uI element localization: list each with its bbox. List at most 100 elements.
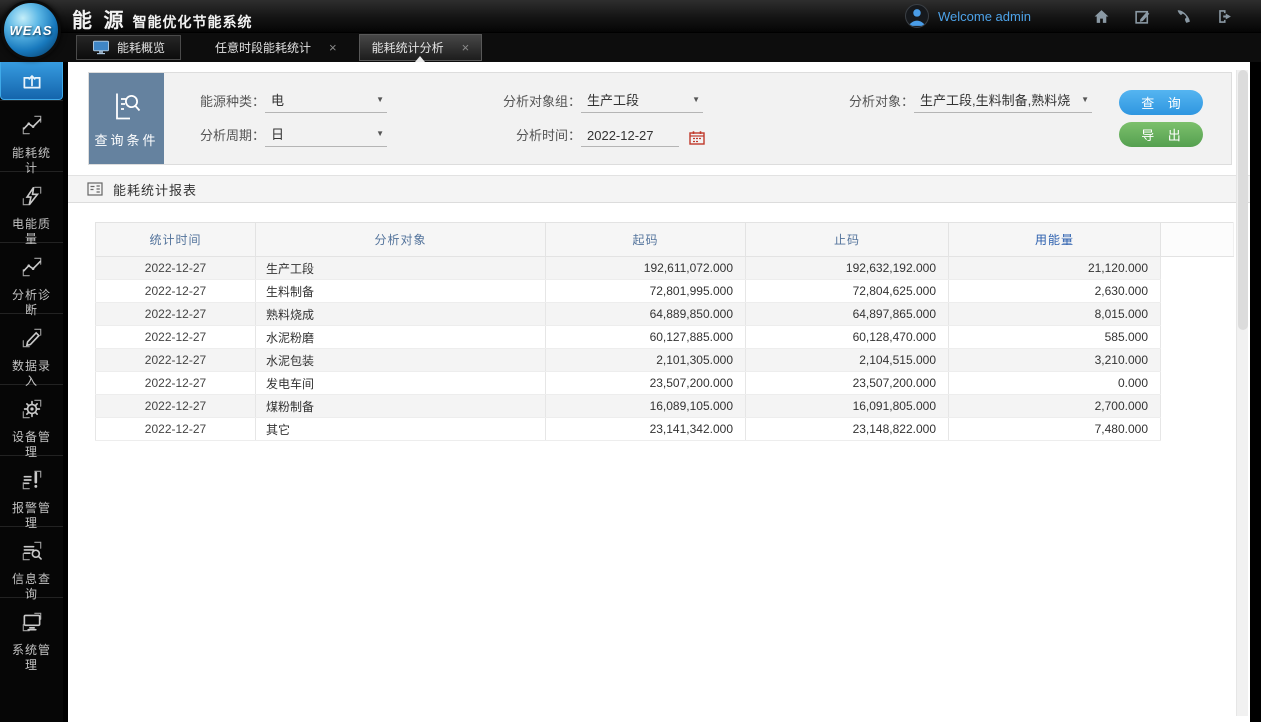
factory-icon (20, 68, 44, 92)
col-header-analysis-object: 分析对象 (256, 223, 546, 257)
table-cell: 192,632,192.000 (746, 257, 949, 280)
table-cell: 23,507,200.000 (546, 372, 746, 395)
table-cell: 2,630.000 (949, 280, 1161, 303)
table-cell: 2022-12-27 (96, 349, 256, 372)
analysis-object-field[interactable]: 分析对象： 生产工段,生料制备,熟料烧▼ (834, 91, 1092, 113)
sidebar-item-energy-stats[interactable]: 能耗统计 (0, 100, 63, 171)
table-cell: 水泥包装 (256, 349, 546, 372)
vertical-scrollbar[interactable] (1236, 70, 1248, 716)
top-header: 能 源智能优化节能系统 Welcome admin (0, 0, 1261, 33)
pencil-icon (20, 326, 44, 350)
col-header-end-reading: 止码 (746, 223, 949, 257)
table-cell: 2,104,515.000 (746, 349, 949, 372)
table-cell-filler (1161, 257, 1234, 280)
sidebar-item-power-quality[interactable]: 电能质量 (0, 171, 63, 242)
table-cell: 2,101,305.000 (546, 349, 746, 372)
table-row: 2022-12-27水泥包装2,101,305.0002,104,515.000… (96, 349, 1234, 372)
table-cell: 7,480.000 (949, 418, 1161, 441)
table-cell: 其它 (256, 418, 546, 441)
energy-type-field[interactable]: 能源种类： 电 ▼ (181, 91, 387, 113)
tab-energy-overview[interactable]: 能耗概览 (76, 35, 181, 60)
table-row: 2022-12-27生料制备72,801,995.00072,804,625.0… (96, 280, 1234, 303)
report-section-header: 能耗统计报表 (68, 175, 1250, 203)
table-row: 2022-12-27煤粉制备16,089,105.00016,091,805.0… (96, 395, 1234, 418)
report-title: 能耗统计报表 (113, 180, 197, 199)
table-cell: 2022-12-27 (96, 280, 256, 303)
export-button[interactable]: 导 出 (1119, 122, 1203, 147)
col-header-start-reading: 起码 (546, 223, 746, 257)
app-window: 能 源智能优化节能系统 Welcome admin WEAS 能耗概览任意时段能… (0, 0, 1261, 722)
main-content: 查询条件 能源种类： 电 ▼ 分析周期： 日▼ 分析对象组： 生产工段▼ 分析时间… (68, 62, 1250, 722)
table-cell-filler (1161, 395, 1234, 418)
table-cell: 发电车间 (256, 372, 546, 395)
col-header-filler (1161, 223, 1234, 257)
report-icon (86, 180, 104, 198)
table-cell: 2022-12-27 (96, 418, 256, 441)
analysis-period-label: 分析周期： (181, 125, 265, 147)
table-cell-filler (1161, 418, 1234, 441)
analysis-object-group-field[interactable]: 分析对象组： 生产工段▼ (489, 91, 703, 113)
alarm-icon (20, 468, 44, 492)
chevron-down-icon: ▼ (376, 95, 384, 104)
table-cell: 60,127,885.000 (546, 326, 746, 349)
logout-icon[interactable] (1216, 8, 1233, 25)
table-cell: 23,148,822.000 (746, 418, 949, 441)
sidebar-item-home[interactable] (0, 58, 63, 100)
table-cell: 72,804,625.000 (746, 280, 949, 303)
scrollbar-thumb[interactable] (1238, 70, 1248, 330)
sidebar-item-equipment-mgmt[interactable]: 设备管理 (0, 384, 63, 455)
table-row: 2022-12-27熟料烧成64,889,850.00064,897,865.0… (96, 303, 1234, 326)
search-doc-icon (20, 539, 44, 563)
sidebar-item-alarm-mgmt[interactable]: 报警管理 (0, 455, 63, 526)
energy-type-value: 电 (271, 90, 284, 109)
table-cell: 0.000 (949, 372, 1161, 395)
tab-bar: 能耗概览任意时段能耗统计×能耗统计分析× (0, 33, 1261, 62)
table-cell-filler (1161, 326, 1234, 349)
table-cell: 60,128,470.000 (746, 326, 949, 349)
tab-close-icon[interactable]: × (462, 41, 470, 54)
energy-stats-table: 统计时间 分析对象 起码 止码 用能量 2022-12-27生产工段192,61… (95, 222, 1234, 441)
trend-icon (20, 255, 44, 279)
table-cell: 16,091,805.000 (746, 395, 949, 418)
edit-icon[interactable] (1134, 8, 1151, 25)
sidebar-item-info-query[interactable]: 信息查询 (0, 526, 63, 597)
analysis-time-field[interactable]: 分析时间： 2022-12-27 (489, 125, 705, 147)
sidebar-nav: 能耗统计电能质量分析诊断数据录入设备管理报警管理信息查询系统管理 (0, 33, 63, 722)
query-conditions-label: 查询条件 (94, 130, 158, 149)
trend-icon (20, 113, 44, 137)
home-icon[interactable] (1093, 8, 1110, 25)
table-cell: 72,801,995.000 (546, 280, 746, 303)
query-conditions-header: 查询条件 (89, 73, 164, 164)
welcome-text: Welcome admin (938, 9, 1031, 24)
tab-energy-stats-analysis[interactable]: 能耗统计分析× (359, 34, 483, 61)
table-cell: 21,120.000 (949, 257, 1161, 280)
table-cell-filler (1161, 349, 1234, 372)
table-cell: 2022-12-27 (96, 257, 256, 280)
sidebar-item-system-mgmt[interactable]: 系统管理 (0, 597, 63, 668)
table-row: 2022-12-27生产工段192,611,072.000192,632,192… (96, 257, 1234, 280)
analysis-period-field[interactable]: 分析周期： 日▼ (181, 125, 387, 147)
phone-icon[interactable] (1175, 8, 1192, 25)
tab-anytime-energy-stats[interactable]: 任意时段能耗统计 × (203, 35, 349, 60)
tab-label: 任意时段能耗统计 (215, 39, 311, 56)
query-button[interactable]: 查 询 (1119, 90, 1203, 115)
bolt-icon (20, 184, 44, 208)
table-cell: 64,889,850.000 (546, 303, 746, 326)
tab-label: 能耗概览 (117, 39, 165, 56)
query-buttons: 查 询 导 出 (1119, 90, 1203, 147)
query-conditions-panel: 查询条件 能源种类： 电 ▼ 分析周期： 日▼ 分析对象组： 生产工段▼ 分析时间… (88, 72, 1232, 165)
table-cell: 2022-12-27 (96, 395, 256, 418)
sidebar-item-data-entry[interactable]: 数据录入 (0, 313, 63, 384)
energy-type-label: 能源种类： (181, 91, 265, 113)
table-cell: 23,141,342.000 (546, 418, 746, 441)
user-avatar-icon (905, 4, 929, 28)
tab-close-icon[interactable]: × (329, 41, 337, 54)
calendar-icon[interactable] (689, 130, 705, 145)
table-cell: 水泥粉磨 (256, 326, 546, 349)
table-cell: 2,700.000 (949, 395, 1161, 418)
monitor-icon (92, 40, 110, 55)
sidebar-item-label: 系统管理 (11, 643, 53, 673)
table-cell: 64,897,865.000 (746, 303, 949, 326)
analysis-time-label: 分析时间： (489, 125, 581, 147)
sidebar-item-analysis-diagnosis[interactable]: 分析诊断 (0, 242, 63, 313)
